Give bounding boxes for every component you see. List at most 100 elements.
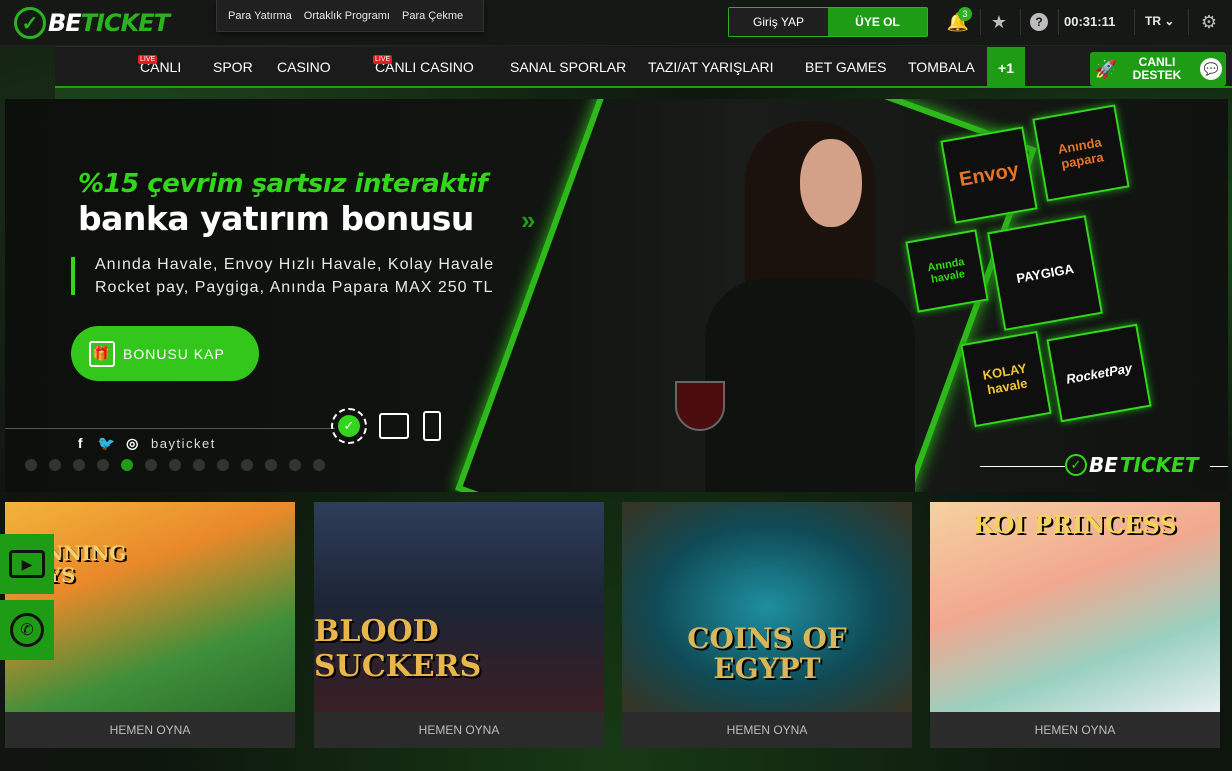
play-now-button[interactable]: HEMEN OYNA [622, 712, 912, 748]
payment-label: PAYGIGA [1015, 260, 1075, 286]
payment-label: Anında havale [926, 255, 966, 286]
nav-casino[interactable]: CASINO [277, 59, 331, 75]
language-code: TR [1145, 14, 1161, 28]
banner-description: Anında Havale, Envoy Hızlı Havale, Kolay… [95, 253, 494, 299]
slider-dot[interactable] [73, 459, 85, 471]
quicklink-withdraw[interactable]: Para Çekme [402, 10, 463, 22]
play-now-button[interactable]: HEMEN OYNA [5, 712, 295, 748]
slider-dots [25, 459, 325, 471]
whatsapp-button[interactable]: ✆ [0, 600, 54, 660]
logo-accent: TICKET [80, 9, 170, 37]
nav-tombala[interactable]: TOMBALA [908, 59, 975, 75]
banner-logo: ✓ BE TICKET [1065, 453, 1198, 477]
quick-links: Para Yatırma Ortaklık Programı Para Çekm… [216, 0, 484, 32]
live-tv-button[interactable]: ▶ [0, 534, 54, 594]
game-card[interactable]: COINS OF EGYPT HEMEN OYNA [622, 502, 912, 748]
game-title: BLOOD SUCKERS [314, 614, 482, 684]
desktop-icon [379, 413, 409, 439]
accent-bar [71, 257, 75, 295]
logo-accent: TICKET [1119, 453, 1199, 477]
payment-label: RocketPay [1064, 359, 1134, 387]
login-button[interactable]: Giriş YAP [729, 8, 828, 36]
promo-banner[interactable]: %15 çevrim şartsız interaktif banka yatı… [5, 99, 1228, 492]
live-badge: LIVE [138, 55, 158, 64]
slider-dot[interactable] [265, 459, 277, 471]
slider-dot[interactable] [241, 459, 253, 471]
rocket-icon: 🚀 [1094, 58, 1118, 79]
logo-check-icon: ✓ [14, 7, 46, 39]
divider [1058, 9, 1059, 35]
slider-dot[interactable] [49, 459, 61, 471]
settings-button[interactable]: ⚙ [1195, 8, 1223, 36]
game-title: COINS OF EGYPT [687, 622, 847, 685]
site-logo[interactable]: ✓ BETICKET [14, 6, 170, 40]
play-now-button[interactable]: HEMEN OYNA [930, 712, 1220, 748]
divider [1210, 466, 1228, 467]
logo-prefix: BE [1089, 453, 1118, 477]
game-thumbnail: BLOOD SUCKERS [314, 502, 604, 712]
slider-dot[interactable] [25, 459, 37, 471]
favorites-button[interactable]: ★ [985, 8, 1013, 36]
payment-tile-papara: Anında papara [1032, 104, 1130, 202]
notifications-button[interactable]: 🔔 3 [944, 7, 972, 36]
help-button[interactable]: ? [1025, 8, 1053, 36]
auth-buttons: Giriş YAP ÜYE OL [728, 7, 928, 37]
slider-dot[interactable] [289, 459, 301, 471]
notification-badge: 3 [958, 7, 972, 21]
model-face [800, 139, 862, 227]
help-icon: ? [1030, 13, 1048, 31]
game-title: KOI PRINCESS [973, 510, 1177, 539]
nav-sport[interactable]: SPOR [213, 59, 253, 75]
nav-more-button[interactable]: +1 [987, 47, 1025, 88]
slider-dot[interactable] [217, 459, 229, 471]
chat-icon: 💬 [1200, 58, 1222, 80]
mobile-icon [423, 411, 441, 441]
nav-live[interactable]: LIVE CANLI [138, 55, 181, 75]
device-check-icon: ✓ [331, 408, 367, 444]
nav-horse-racing[interactable]: TAZI/AT YARIŞLARI [648, 59, 774, 75]
claim-bonus-button[interactable]: 🎁 BONUSU KAP [71, 326, 259, 381]
social-links: f 🐦 ◎ bayticket [73, 435, 216, 452]
live-support-button[interactable]: 🚀 CANLI DESTEK 💬 [1090, 52, 1226, 86]
logo-text: BETICKET [48, 9, 170, 37]
payment-tile-havale: Anında havale [905, 229, 989, 313]
slider-dot[interactable] [313, 459, 325, 471]
slider-dot[interactable] [193, 459, 205, 471]
divider [5, 428, 335, 429]
whatsapp-icon: ✆ [10, 613, 44, 647]
payment-tile-envoy: Envoy [940, 126, 1038, 224]
nav-bet-games[interactable]: BET GAMES [805, 59, 886, 75]
slider-dot[interactable] [145, 459, 157, 471]
banner-subtitle: %15 çevrim şartsız interaktif [78, 169, 488, 199]
quicklink-affiliate[interactable]: Ortaklık Programı [304, 10, 390, 22]
claim-bonus-label: BONUSU KAP [123, 345, 225, 362]
divider [980, 466, 1065, 467]
register-button[interactable]: ÜYE OL [828, 8, 927, 36]
nav-live-casino[interactable]: LIVE CANLI CASINO [373, 55, 474, 75]
social-handle: bayticket [151, 435, 216, 451]
game-card[interactable]: BLOOD SUCKERS HEMEN OYNA [314, 502, 604, 748]
instagram-icon[interactable]: ◎ [125, 435, 141, 451]
slider-dot[interactable] [97, 459, 109, 471]
payment-label: Anında papara [1056, 134, 1105, 172]
nav-virtual-sports[interactable]: SANAL SPORLAR [510, 59, 626, 75]
star-icon: ★ [990, 11, 1008, 32]
divider [1020, 9, 1021, 35]
play-now-button[interactable]: HEMEN OYNA [314, 712, 604, 748]
game-card[interactable]: KOI PRINCESS HEMEN OYNA [930, 502, 1220, 748]
main-nav: LIVE CANLI SPOR CASINO LIVE CANLI CASINO S… [55, 47, 1232, 88]
facebook-icon[interactable]: f [73, 435, 89, 451]
slider-dot[interactable] [121, 459, 133, 471]
payment-tile-paygiga: PAYGIGA [987, 215, 1103, 331]
quicklink-deposit[interactable]: Para Yatırma [228, 10, 292, 22]
gift-icon: 🎁 [89, 340, 115, 367]
payment-label: KOLAY havale [981, 360, 1029, 398]
language-selector[interactable]: TR ⌄ [1145, 14, 1174, 28]
twitter-icon[interactable]: 🐦 [98, 435, 115, 451]
clock: 00:31:11 [1064, 14, 1116, 29]
slider-dot[interactable] [169, 459, 181, 471]
payment-label: Envoy [957, 158, 1021, 191]
wine-glass-image [675, 381, 725, 431]
double-arrow-icon: » [521, 205, 536, 235]
top-bar: ✓ BETICKET Para Yatırma Ortaklık Program… [0, 0, 1232, 46]
